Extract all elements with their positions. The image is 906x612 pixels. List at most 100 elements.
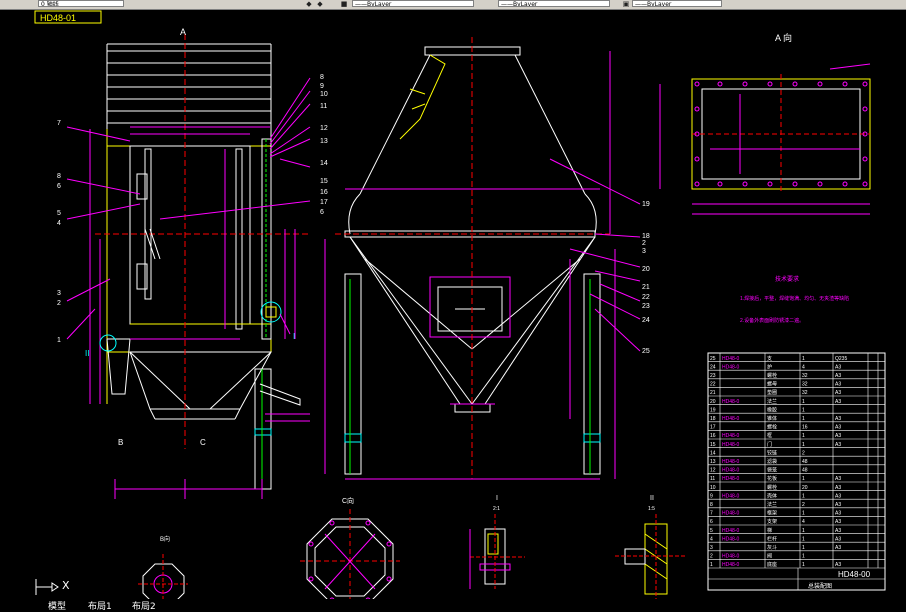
bom-cell: 1 [802,493,805,499]
bom-cell: HD48-0 [722,562,739,568]
bom-cell: 1 [802,476,805,482]
bom-cell: 16 [802,425,808,431]
bom-cell: 橡胶 [767,406,777,413]
bom-cell: 21 [710,390,716,396]
bom-cell: 2 [802,502,805,508]
bom-cell: HD48-0 [722,364,739,370]
bom-cell: 13 [710,459,716,465]
bom-cell: A3 [835,442,841,448]
bom-cell: 门 [767,441,772,448]
bom-cell: 9 [710,493,713,499]
detail-ii-marker: II [85,349,89,358]
bom-cell: 25 [710,356,716,362]
bom-cell: A3 [835,485,841,491]
bom-cell: HD48-0 [722,476,739,482]
bom-cell: 锥体 [767,415,777,422]
tab-layout1[interactable]: 布局1 [88,599,112,612]
balloon-m6: 6 [320,209,324,216]
bom-cell: 1 [802,399,805,405]
balloons-left: 7 8 6 5 4 3 2 1 [57,120,61,344]
bom-cell: HD48-0 [722,433,739,439]
bom-cell: 14 [710,450,716,456]
balloon-7: 7 [57,120,61,127]
balloon-m10: 10 [320,91,328,98]
side-view [324,37,616,480]
bom-cell: 11 [710,476,715,482]
bom-cell: 1 [802,442,805,448]
bom-cell: 垫圈 [767,389,777,396]
balloon-m15: 15 [320,178,328,185]
plotstyle-icon[interactable]: ▣ [622,0,630,8]
balloon-m14: 14 [320,160,328,167]
linetype-dropdown[interactable]: ——ByLayer [352,0,474,7]
bom-cell: HD48-0 [722,536,739,542]
bom-cell: 支 [767,355,772,362]
bom-cell: HD48-0 [722,554,739,560]
bom-cell: HD48-0 [722,493,739,499]
layer-state-icon[interactable]: ◆ [305,0,313,8]
section-markers: A B C I II [85,27,295,447]
bom-cell: 螺栓 [767,484,777,491]
bom-cell: 1 [802,562,805,568]
balloons-mid: 8 9 10 11 12 13 14 15 16 17 6 [320,74,328,216]
lineweight-dropdown[interactable]: ——ByLayer [498,0,610,7]
leaders-right [549,158,641,352]
bom-cell: A3 [835,399,841,405]
bom-cell: 壳体 [767,492,777,499]
bom-cell: 16 [710,433,716,439]
bom-cell: 1 [802,536,805,542]
bom-cell: 10 [710,485,716,491]
bom-cell: 花板 [767,475,777,482]
bom-cell: A3 [835,390,841,396]
bom-cell: 框 [767,432,772,439]
bom-cell: 1 [710,562,713,568]
balloon-r19: 19 [642,201,650,208]
bom-cell: 螺栓 [767,372,777,379]
b-section-label: B向 [160,535,170,543]
bom-cell: HD48-0 [722,356,739,362]
balloon-m11: 11 [320,103,327,110]
color-control-icon[interactable]: ■ [340,0,348,8]
bom-cell: 法兰 [767,398,777,405]
bom-cell: 4 [802,519,805,525]
balloon-r24: 24 [642,317,650,324]
balloon-m16: 16 [320,189,328,196]
balloon-r22: 22 [642,294,650,301]
balloon-5: 5 [57,210,61,217]
view-a-top-label: A [180,27,186,37]
tab-model[interactable]: 模型 [48,599,66,612]
detail-ii-scale: 1:5 [648,506,655,512]
layer-previous-icon[interactable]: ◆ [316,0,324,8]
front-view [89,34,310,499]
bom-cell: 支架 [767,518,777,525]
bom-cell: A3 [835,373,841,379]
balloon-r3: 3 [642,248,646,255]
bom-cell: A3 [835,511,841,517]
bom-cell: 4 [802,364,805,370]
drawing-canvas[interactable]: HD48-0 1 7 8 6 5 4 3 2 1 8 9 10 11 12 13 … [0,9,906,599]
bom-cell: 法兰 [767,501,777,508]
bom-cell: A3 [835,562,841,568]
bom-cell: 1 [802,554,805,560]
balloon-m9: 9 [320,83,324,90]
bom-cell: A3 [835,528,841,534]
tech-requirements: 技术要求 1.焊接后，平整，焊缝饱满、均匀、无夹渣等缺陷 2.设备外表面刷防锈漆… [740,275,849,324]
bom-cell: 袋笼 [767,467,777,474]
bom-cell: 铰链 [767,449,777,456]
bom-cell: 1 [802,528,805,534]
b-marker: B [118,438,123,447]
tab-layout2[interactable]: 布局2 [132,599,156,612]
bom-cell: 2 [802,450,805,456]
detail-ii-view: II 1:5 [615,495,685,599]
layer-dropdown[interactable]: 0 轴线 [38,0,124,7]
bom-cell: 2 [710,554,713,560]
plotstyle-dropdown[interactable]: ——ByLayer [632,0,722,7]
bom-cell: 15 [710,442,716,448]
ucs-icon: X [34,577,70,600]
bom-cell: 1 [802,545,805,551]
bom-cell: A3 [835,425,841,431]
bom-cell: A3 [835,493,841,499]
bom-cell: A3 [835,364,841,370]
detail-i-marker: I [293,332,295,341]
balloon-r20: 20 [642,266,650,273]
